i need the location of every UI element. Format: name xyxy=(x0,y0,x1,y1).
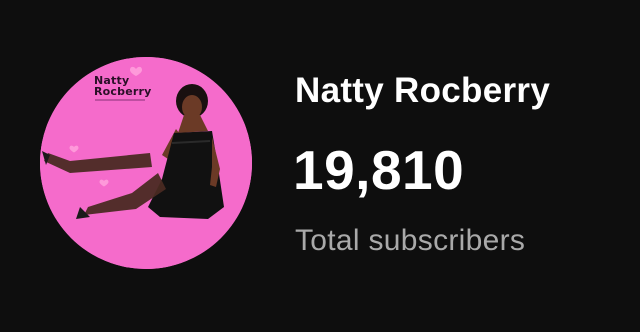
avatar-logo-text: Natty Rocberry xyxy=(94,74,152,98)
channel-stats-card: Natty Rocberry Natty Rocberry 19,810 Tot… xyxy=(0,0,640,332)
subscriber-count: 19,810 xyxy=(293,139,465,201)
subscriber-label: Total subscribers xyxy=(295,224,526,257)
channel-name: Natty Rocberry xyxy=(295,71,551,110)
avatar-logo-underline xyxy=(95,99,145,101)
channel-avatar[interactable]: Natty Rocberry xyxy=(40,57,252,269)
